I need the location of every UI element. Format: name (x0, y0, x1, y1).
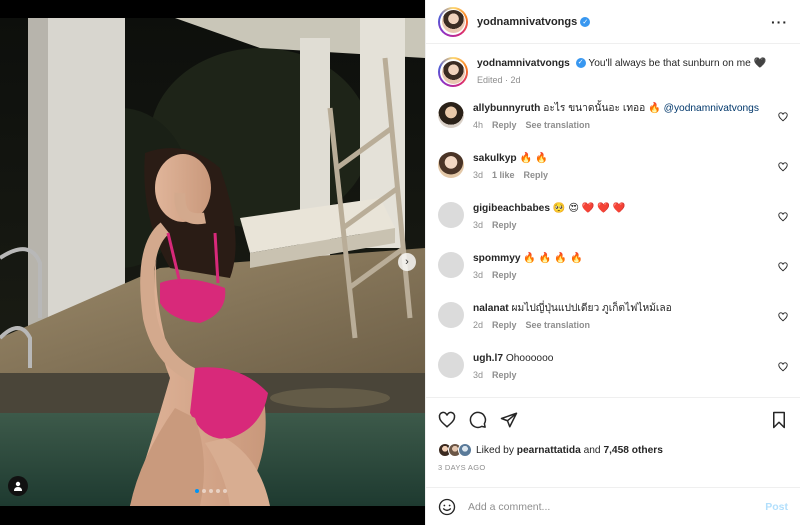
more-options-button[interactable]: ··· (771, 14, 788, 30)
commenter-avatar[interactable] (438, 352, 464, 378)
comment-item: nalanat ผมไปญี่ปุ่นแปปเดียว ภูเก็ตไฟไหม้… (438, 302, 788, 352)
comment-text: 🔥 🔥 🔥 🔥 (523, 253, 583, 264)
comment-bubble-icon[interactable] (469, 411, 487, 429)
comments-list[interactable]: yodnamnivatvongs ✓ You'll always be that… (426, 44, 800, 397)
author-username[interactable]: yodnamnivatvongs (477, 16, 577, 28)
carousel-dot-active (195, 489, 199, 493)
comment-likes[interactable]: 1 like (492, 170, 515, 180)
like-comment-heart-icon[interactable] (778, 262, 788, 272)
commenter-username[interactable]: ugh.l7 (473, 353, 503, 364)
post-media: › (0, 0, 425, 525)
comment-text: 🥺 😍 ❤️ ❤️ ❤️ (552, 203, 626, 214)
comment-time: 2d (473, 320, 484, 330)
reply-button[interactable]: Reply (524, 170, 549, 180)
reply-button[interactable]: Reply (492, 220, 517, 230)
comment-time: 3d (473, 270, 484, 280)
post-comment-button[interactable]: Post (765, 501, 788, 513)
post-caption: yodnamnivatvongs ✓ You'll always be that… (438, 44, 788, 102)
like-comment-heart-icon[interactable] (778, 162, 788, 172)
post-date[interactable]: 3 DAYS AGO (438, 463, 485, 472)
commenter-username[interactable]: spommyy (473, 253, 521, 264)
comment-text: ผมไปญี่ปุ่นแปปเดียว ภูเก็ตไฟไหม้เลอ (511, 303, 672, 314)
comment-text: Ohoooooo (505, 353, 554, 364)
likes-prefix: Liked by (476, 444, 517, 456)
see-translation-button[interactable]: See translation (526, 320, 591, 330)
user-icon (14, 481, 22, 491)
see-translation-button[interactable]: See translation (526, 120, 591, 130)
post-photo[interactable] (0, 18, 425, 506)
comment-time: 3d (473, 170, 484, 180)
comment-item: ugh.l7 Ohoooooo 3d Reply (438, 352, 788, 397)
comment-item: spommyy 🔥 🔥 🔥 🔥 3d Reply (438, 252, 788, 302)
likes-middle: and (580, 444, 604, 456)
caption-author-avatar[interactable] (438, 57, 468, 87)
verified-badge-icon: ✓ (580, 16, 591, 27)
reply-button[interactable]: Reply (492, 370, 517, 380)
carousel-indicator (195, 489, 227, 493)
comment-time: 3d (473, 370, 484, 380)
caption-username[interactable]: yodnamnivatvongs (477, 58, 570, 69)
chevron-right-icon: › (405, 256, 409, 268)
comment-text: 🔥 🔥 (519, 153, 548, 164)
post-details-panel: yodnamnivatvongs ✓ ··· yodnamnivatvongs … (425, 0, 800, 525)
next-photo-button[interactable]: › (398, 253, 416, 271)
comment-text: อะไร ขนาดนั้นอะ เทออ 🔥 (543, 103, 664, 114)
liker-avatar[interactable] (458, 443, 472, 457)
carousel-dot (202, 489, 206, 493)
commenter-username[interactable]: sakulkyp (473, 153, 517, 164)
commenter-avatar[interactable] (438, 152, 464, 178)
tagged-users-button[interactable] (8, 476, 28, 496)
commenter-avatar[interactable] (438, 202, 464, 228)
liked-by-user[interactable]: pearnattatida (517, 445, 581, 456)
emoji-icon[interactable] (438, 498, 456, 516)
comment-item: allybunnyruth อะไร ขนาดนั้นอะ เทออ 🔥 @yo… (438, 102, 788, 152)
carousel-dot (223, 489, 227, 493)
like-comment-heart-icon[interactable] (778, 312, 788, 322)
like-comment-heart-icon[interactable] (778, 362, 788, 372)
verified-badge-icon: ✓ (575, 58, 586, 69)
comment-time: 4h (473, 120, 484, 130)
comment-time: 3d (473, 220, 484, 230)
post-header: yodnamnivatvongs ✓ ··· (426, 0, 800, 44)
commenter-avatar[interactable] (438, 102, 464, 128)
liked-by-others[interactable]: 7,458 others (603, 445, 662, 456)
share-send-icon[interactable] (500, 411, 518, 429)
post-modal: › yodnamnivatvongs ✓ ··· yodnamnivatvong… (0, 0, 800, 525)
comment-item: sakulkyp 🔥 🔥 3d 1 like Reply (438, 152, 788, 202)
like-comment-heart-icon[interactable] (778, 212, 788, 222)
add-comment-bar: Post (426, 487, 800, 525)
add-comment-input[interactable] (468, 500, 766, 513)
commenter-username[interactable]: gigibeachbabes (473, 203, 550, 214)
carousel-dot (209, 489, 213, 493)
caption-text: You'll always be that sunburn on me 🖤 (588, 58, 767, 69)
commenter-avatar[interactable] (438, 252, 464, 278)
likes-summary: Liked by pearnattatida and 7,458 others (438, 441, 788, 459)
reply-button[interactable]: Reply (492, 320, 517, 330)
comment-mention[interactable]: @yodnamnivatvongs (664, 103, 759, 114)
comment-item: gigibeachbabes 🥺 😍 ❤️ ❤️ ❤️ 3d Reply (438, 202, 788, 252)
reply-button[interactable]: Reply (492, 120, 517, 130)
author-avatar[interactable] (438, 6, 468, 37)
like-comment-heart-icon[interactable] (778, 112, 788, 122)
reply-button[interactable]: Reply (492, 270, 517, 280)
commenter-username[interactable]: nalanat (473, 303, 509, 314)
commenter-avatar[interactable] (438, 302, 464, 328)
bookmark-save-icon[interactable] (770, 411, 788, 429)
post-actions-bar (426, 397, 800, 441)
commenter-username[interactable]: allybunnyruth (473, 103, 540, 114)
caption-time: 2d (510, 75, 521, 85)
caption-edited: Edited (477, 75, 503, 85)
like-heart-icon[interactable] (438, 411, 456, 429)
carousel-dot (216, 489, 220, 493)
